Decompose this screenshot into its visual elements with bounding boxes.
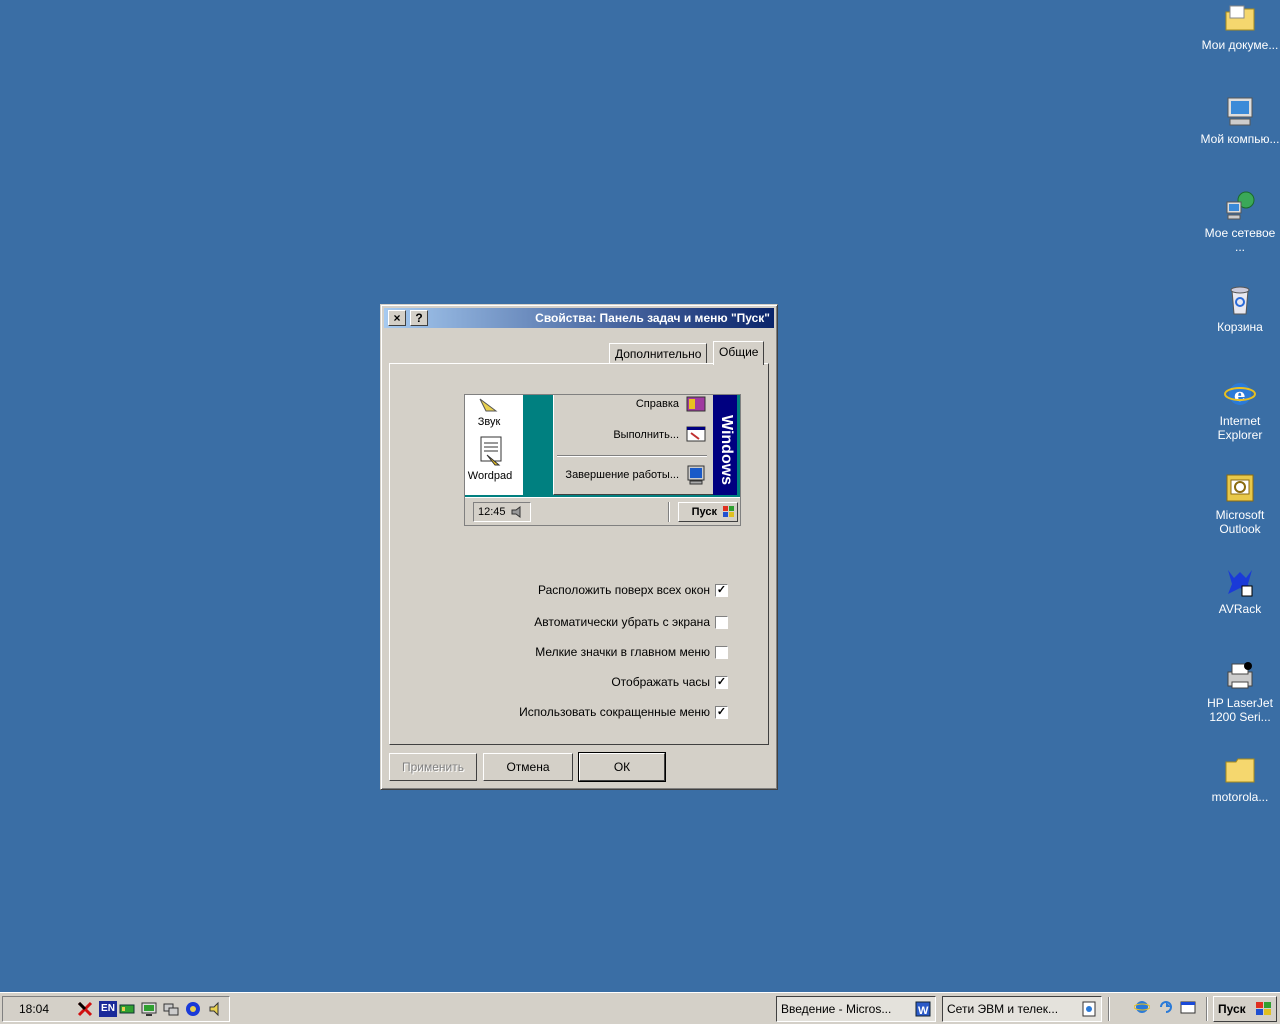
- preview-taskbar-separator: [668, 502, 670, 522]
- outlook-express-quicklaunch-icon[interactable]: [1158, 999, 1174, 1015]
- dialog-titlebar[interactable]: Свойства: Панель задач и меню "Пуск" ? ×: [384, 308, 774, 328]
- preview-wordpad-item: Wordpad: [467, 435, 513, 482]
- help-button[interactable]: ?: [410, 310, 428, 326]
- desktop-icon-network[interactable]: Мое сетевое ...: [1200, 190, 1280, 254]
- media-icon[interactable]: [185, 1001, 201, 1017]
- network-tray-icon[interactable]: [163, 1001, 179, 1017]
- folder-icon: [1224, 754, 1256, 786]
- sound-icon: [479, 398, 498, 412]
- windows-flag-icon: [1256, 1002, 1272, 1016]
- show-desktop-icon[interactable]: [1180, 999, 1196, 1015]
- taskbar-separator: [1206, 997, 1208, 1021]
- preview-start-button: Пуск: [678, 502, 738, 522]
- volume-icon[interactable]: [207, 1001, 223, 1017]
- internet-explorer-icon: e: [1224, 378, 1256, 410]
- preview-taskbar: Пуск 12:45: [465, 497, 740, 525]
- taskbar-preview: Звук Wordpad Windows Справка Выполнить..…: [464, 394, 741, 526]
- desktop-icon-my-documents[interactable]: Мои докуме...: [1200, 2, 1280, 52]
- task-button-networks[interactable]: Сети ЭВМ и телек...: [942, 996, 1102, 1022]
- desktop-icon-my-computer[interactable]: Мой компью...: [1200, 96, 1280, 146]
- tab-panel-general: Звук Wordpad Windows Справка Выполнить..…: [389, 363, 769, 745]
- preview-brand-stripe: Windows: [713, 395, 737, 495]
- desktop-icon-recycle-bin[interactable]: Корзина: [1200, 284, 1280, 334]
- ie-quicklaunch-icon[interactable]: [1133, 999, 1151, 1015]
- display-tray-icon[interactable]: [141, 1001, 157, 1017]
- language-indicator[interactable]: EN: [99, 1001, 117, 1017]
- checkbox-show-clock[interactable]: ✓: [715, 676, 728, 689]
- shutdown-icon: [685, 463, 707, 485]
- desktop-icon-motorola-folder[interactable]: motorola...: [1200, 754, 1280, 804]
- recycle-bin-icon: [1224, 284, 1256, 316]
- tab-general[interactable]: Общие: [713, 341, 765, 365]
- my-documents-folder-icon: [1224, 2, 1256, 34]
- quicklaunch-separator: [1108, 997, 1110, 1021]
- desktop-icon-outlook[interactable]: Microsoft Outlook: [1200, 472, 1280, 536]
- antivirus-tray-icon[interactable]: [77, 1001, 93, 1017]
- system-tray: EN 18:04: [2, 996, 230, 1022]
- cancel-button[interactable]: Отмена: [483, 753, 573, 781]
- preview-tray: 12:45: [473, 502, 531, 522]
- checkbox-personalized-menus[interactable]: ✓: [715, 706, 728, 719]
- preview-menu-shutdown: Завершение работы...: [565, 469, 679, 481]
- network-places-icon: [1224, 190, 1256, 222]
- preview-desktop: Звук Wordpad: [465, 395, 523, 495]
- preview-menu-separator: [557, 455, 707, 457]
- preview-sound-item: Звук: [469, 397, 509, 428]
- checkbox-auto-hide[interactable]: [715, 616, 728, 629]
- printer-icon: [1224, 660, 1256, 692]
- run-icon: [685, 425, 707, 443]
- outlook-icon: [1224, 472, 1256, 504]
- desktop-icon-printer[interactable]: HP LaserJet 1200 Seri...: [1200, 660, 1280, 724]
- taskbar-properties-dialog: Свойства: Панель задач и меню "Пуск" ? ×…: [380, 304, 778, 790]
- my-computer-icon: [1224, 96, 1256, 128]
- windows-flag-icon: [723, 506, 735, 518]
- help-book-icon: [685, 395, 707, 413]
- word-doc-icon: W: [915, 1001, 931, 1017]
- preview-menu-help: Справка: [635, 398, 679, 410]
- preview-start-menu: Windows Справка Выполнить... Завершение …: [553, 395, 737, 495]
- task-button-word[interactable]: Введение - Micros... W: [776, 996, 936, 1022]
- desktop-icon-internet-explorer[interactable]: e Internet Explorer: [1200, 378, 1280, 442]
- svg-text:W: W: [918, 1005, 929, 1017]
- start-button[interactable]: Пуск: [1213, 996, 1277, 1022]
- preview-menu-run: Выполнить...: [613, 429, 679, 441]
- apply-button[interactable]: Применить: [389, 753, 477, 781]
- video-card-tray-icon[interactable]: [119, 1001, 135, 1017]
- wordpad-icon: [480, 436, 502, 466]
- preview-speaker-icon: [510, 506, 524, 521]
- checkbox-small-icons[interactable]: [715, 646, 728, 659]
- taskbar: Пуск Сети ЭВМ и телек... Введение - Micr…: [0, 992, 1280, 1024]
- checkbox-always-on-top[interactable]: ✓: [715, 584, 728, 597]
- desktop-icon-avrack[interactable]: AVRack: [1200, 566, 1280, 616]
- close-button[interactable]: ×: [388, 310, 406, 326]
- tab-advanced[interactable]: Дополнительно: [609, 343, 708, 363]
- taskbar-clock[interactable]: 18:04: [19, 1002, 49, 1016]
- network-doc-icon: [1081, 1001, 1097, 1017]
- dialog-title: Свойства: Панель задач и меню "Пуск": [535, 311, 770, 325]
- ok-button[interactable]: ОК: [578, 752, 666, 782]
- avrack-icon: [1224, 566, 1256, 598]
